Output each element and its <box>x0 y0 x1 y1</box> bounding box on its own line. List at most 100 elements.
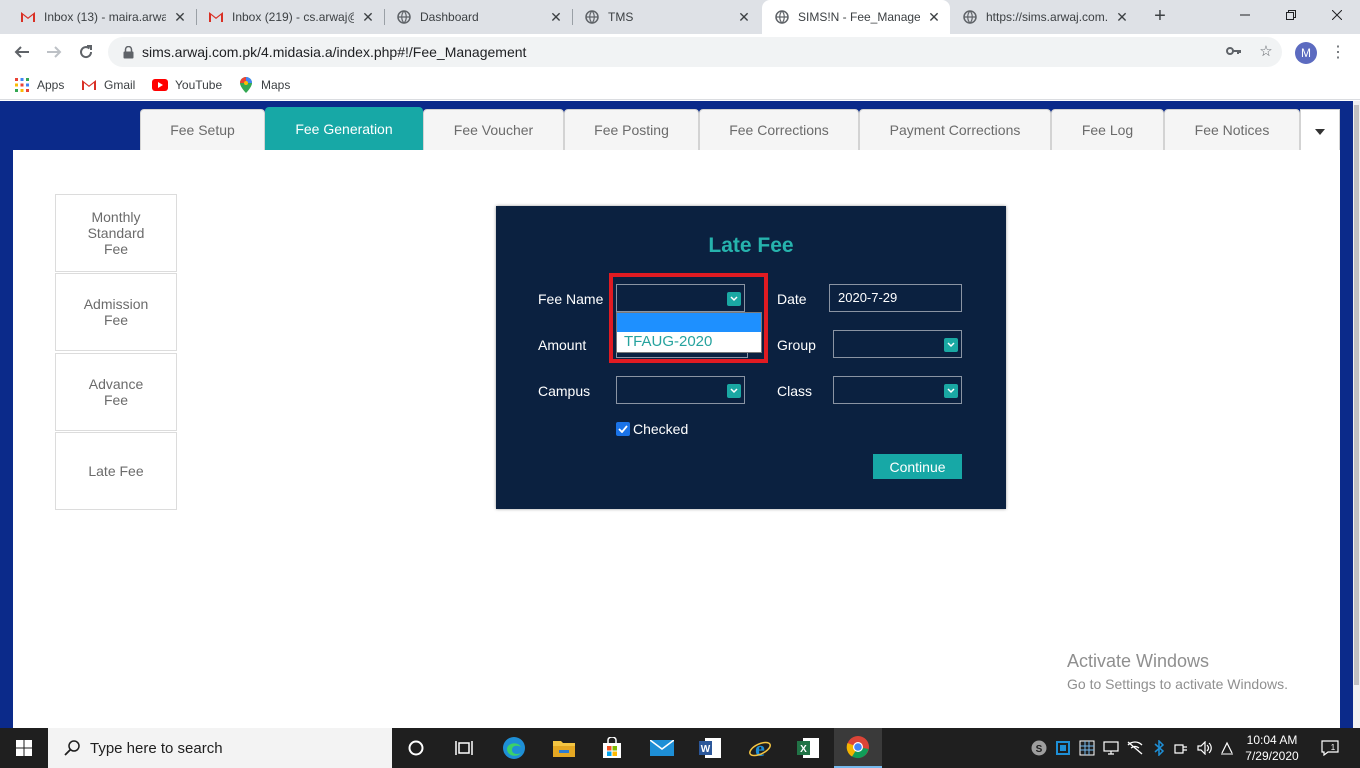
store-icon[interactable] <box>588 728 636 768</box>
bookmark-star-icon[interactable]: ☆ <box>1257 43 1275 61</box>
youtube-icon <box>152 77 168 93</box>
chevron-down-icon <box>944 338 958 352</box>
tab-fee-generation[interactable]: Fee Generation <box>265 107 423 150</box>
continue-button[interactable]: Continue <box>873 454 962 479</box>
close-icon[interactable]: ✕ <box>736 9 752 25</box>
bookmark-label: Gmail <box>104 78 136 92</box>
chevron-down-icon <box>727 384 741 398</box>
forward-arrow-icon[interactable] <box>40 38 68 66</box>
browser-tab-gmail-1[interactable]: Inbox (13) - maira.arwaj ✕ <box>8 0 196 34</box>
red-highlight-annotation <box>609 273 768 363</box>
notification-count: 1 <box>1331 743 1336 752</box>
date-label: Date <box>777 291 807 307</box>
search-icon <box>62 738 82 758</box>
cortana-icon[interactable] <box>392 728 440 768</box>
close-icon[interactable]: ✕ <box>548 9 564 25</box>
globe-icon <box>774 9 790 25</box>
internet-explorer-icon[interactable]: e <box>736 728 784 768</box>
window-close-icon[interactable] <box>1314 0 1360 30</box>
tab-fee-notices[interactable]: Fee Notices <box>1164 109 1300 150</box>
reload-icon[interactable] <box>72 38 100 66</box>
more-tabs-button[interactable] <box>1300 109 1340 150</box>
browser-tab-dashboard[interactable]: Dashboard ✕ <box>384 0 572 34</box>
task-view-icon[interactable] <box>440 728 488 768</box>
browser-tab-strip: Inbox (13) - maira.arwaj ✕ Inbox (219) -… <box>0 0 1360 34</box>
windows-taskbar: Type here to search W e X S 10:04 AM 7/2… <box>0 728 1360 768</box>
minimize-icon[interactable] <box>1222 0 1268 30</box>
skype-tray-icon[interactable]: S <box>1030 739 1048 757</box>
edge-icon[interactable] <box>490 728 538 768</box>
browser-tab-tms[interactable]: TMS ✕ <box>572 0 760 34</box>
class-select[interactable] <box>833 376 962 404</box>
tab-fee-voucher[interactable]: Fee Voucher <box>423 109 564 150</box>
form-title: Late Fee <box>708 234 794 257</box>
word-icon[interactable]: W <box>686 728 734 768</box>
gmail-icon <box>208 9 224 25</box>
checkbox-label: Checked <box>633 421 689 437</box>
bookmark-label: Apps <box>37 78 65 92</box>
power-tray-icon[interactable] <box>1172 739 1190 757</box>
close-icon[interactable]: ✕ <box>926 9 942 25</box>
group-label: Group <box>777 337 816 353</box>
new-tab-button[interactable]: + <box>1148 5 1172 29</box>
amount-label: Amount <box>538 337 587 353</box>
address-bar[interactable]: sims.arwaj.com.pk/4.midasia.a/index.php#… <box>108 37 1282 67</box>
globe-icon <box>962 9 978 25</box>
scrollbar-thumb[interactable] <box>1354 105 1359 685</box>
side-menu-label: Monthly Standard Fee <box>87 209 145 257</box>
display-tray-icon[interactable] <box>1102 739 1120 757</box>
side-menu-admission-fee[interactable]: Admission Fee <box>55 273 177 351</box>
back-arrow-icon[interactable] <box>8 38 36 66</box>
side-menu-monthly-standard-fee[interactable]: Monthly Standard Fee <box>55 194 177 272</box>
close-icon[interactable]: ✕ <box>360 9 376 25</box>
system-clock[interactable]: 10:04 AM 7/29/2020 <box>1236 732 1308 764</box>
side-menu-late-fee[interactable]: Late Fee <box>55 432 177 510</box>
notification-center-icon[interactable]: 1 <box>1318 738 1342 758</box>
bookmark-apps[interactable]: Apps <box>14 76 64 94</box>
tab-payment-corrections[interactable]: Payment Corrections <box>859 109 1051 150</box>
campus-select[interactable] <box>616 376 745 404</box>
network-tray-icon[interactable] <box>1054 739 1072 757</box>
page-scrollbar[interactable] <box>1353 101 1360 728</box>
browser-tab-sims-active[interactable]: SIMS!N - Fee_Managem ✕ <box>762 0 950 34</box>
watermark-subtitle: Go to Settings to activate Windows. <box>1067 676 1288 692</box>
keyboard-tray-icon[interactable] <box>1218 739 1236 757</box>
wifi-off-tray-icon[interactable] <box>1126 739 1144 757</box>
tab-fee-corrections[interactable]: Fee Corrections <box>699 109 859 150</box>
clock-time: 10:04 AM <box>1246 733 1298 747</box>
checked-checkbox[interactable] <box>616 422 630 436</box>
tab-fee-posting[interactable]: Fee Posting <box>564 109 699 150</box>
bookmark-maps[interactable]: Maps <box>238 76 290 94</box>
group-select[interactable] <box>833 330 962 358</box>
bookmark-gmail[interactable]: Gmail <box>81 76 135 94</box>
search-placeholder: Type here to search <box>90 739 223 757</box>
taskbar-search-box[interactable]: Type here to search <box>48 728 392 768</box>
grid-tray-icon[interactable] <box>1078 739 1096 757</box>
maps-pin-icon <box>238 77 254 93</box>
svg-text:X: X <box>800 744 807 755</box>
browser-tab-title: SIMS!N - Fee_Managem <box>798 10 920 24</box>
bluetooth-tray-icon[interactable] <box>1150 739 1168 757</box>
tab-fee-setup[interactable]: Fee Setup <box>140 109 265 150</box>
profile-avatar[interactable]: M <box>1295 42 1317 64</box>
file-explorer-icon[interactable] <box>540 728 588 768</box>
restore-icon[interactable] <box>1268 0 1314 30</box>
mail-icon[interactable] <box>638 728 686 768</box>
bookmark-youtube[interactable]: YouTube <box>152 76 222 94</box>
close-icon[interactable]: ✕ <box>1114 9 1130 25</box>
lock-icon[interactable] <box>120 44 136 60</box>
chevron-down-icon <box>944 384 958 398</box>
browser-tab-title: https://sims.arwaj.com.p <box>986 10 1108 24</box>
side-menu-advance-fee[interactable]: Advance Fee <box>55 353 177 431</box>
chrome-icon[interactable] <box>834 728 882 768</box>
volume-tray-icon[interactable] <box>1196 739 1214 757</box>
windows-start-icon[interactable] <box>0 728 48 768</box>
browser-tab-sims-2[interactable]: https://sims.arwaj.com.p ✕ <box>950 0 1138 34</box>
more-menu-icon[interactable]: ⋮ <box>1330 42 1346 64</box>
date-field[interactable]: 2020-7-29 <box>829 284 962 312</box>
key-icon[interactable] <box>1225 43 1243 61</box>
close-icon[interactable]: ✕ <box>172 9 188 25</box>
excel-icon[interactable]: X <box>784 728 832 768</box>
browser-tab-gmail-2[interactable]: Inbox (219) - cs.arwaj@ ✕ <box>196 0 384 34</box>
tab-fee-log[interactable]: Fee Log <box>1051 109 1164 150</box>
